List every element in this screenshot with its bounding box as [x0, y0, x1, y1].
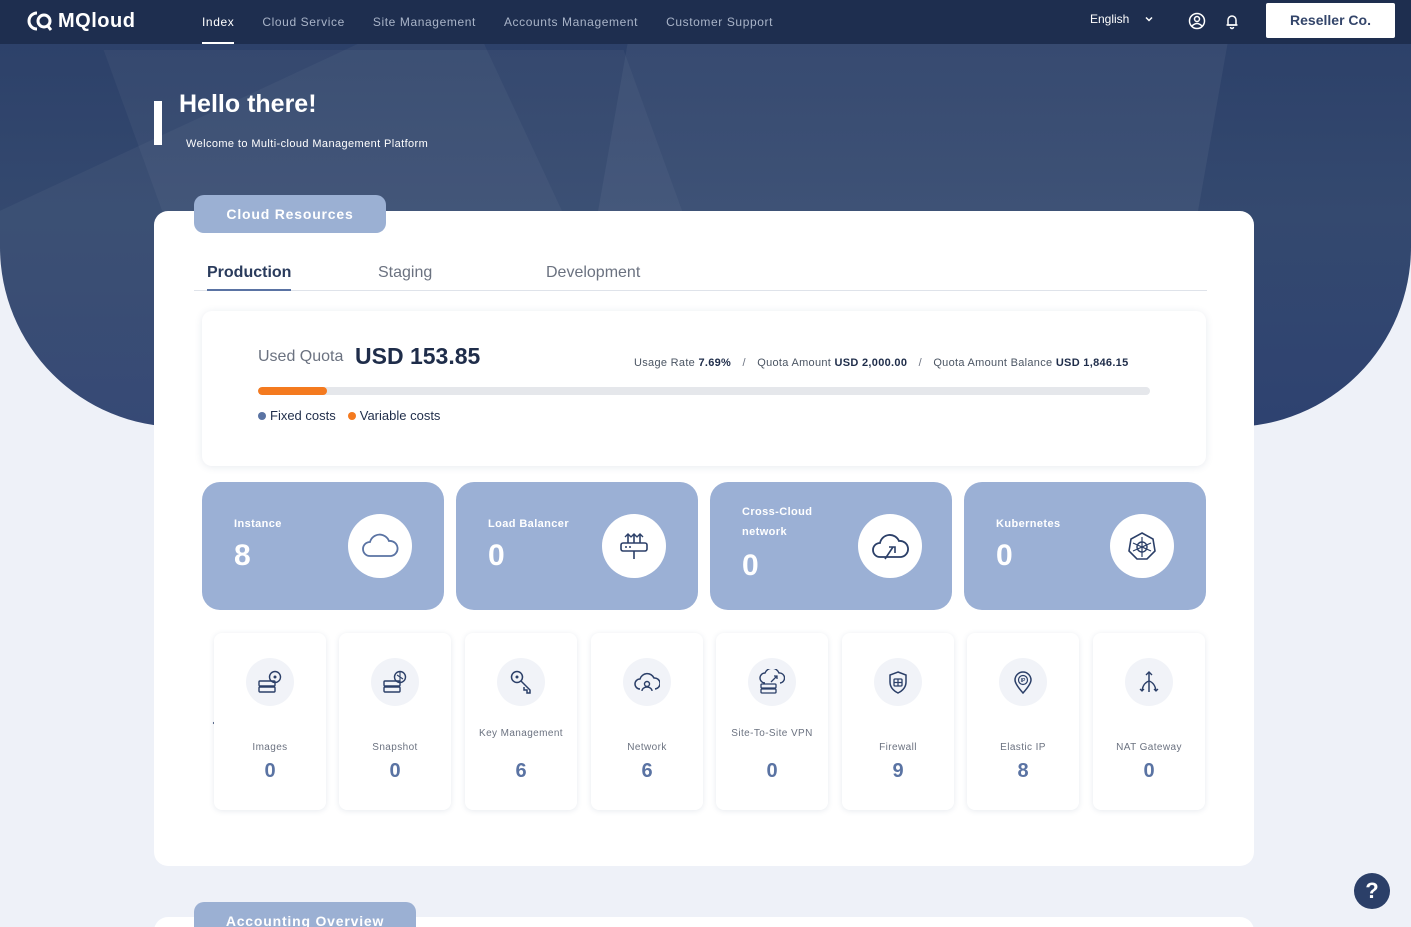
legend-fixed-costs: Fixed costs: [258, 408, 336, 423]
main-menu: Index Cloud Service Site Management Acco…: [202, 0, 801, 44]
quota-amount-label: Quota Amount: [757, 357, 832, 369]
resource-label: Cross-Cloud network: [742, 506, 813, 538]
hero-accent-bar: [154, 101, 162, 145]
nav-item-accounts-management[interactable]: Accounts Management: [504, 0, 638, 44]
service-count: 6: [641, 760, 653, 782]
resource-count: 0: [488, 539, 505, 572]
snapshot-icon: [371, 658, 419, 706]
variable-costs-dot: [347, 411, 356, 420]
language-selector[interactable]: English: [1090, 12, 1155, 26]
quota-amount-value: USD 2,000.00: [834, 357, 908, 369]
page-title: Hello there!: [179, 90, 317, 118]
usage-rate-value: 7.69%: [698, 357, 732, 369]
fixed-costs-label: Fixed costs: [270, 408, 336, 423]
tab-development[interactable]: Development: [546, 262, 640, 291]
environment-tabs: Production Staging Development: [194, 262, 1207, 291]
firewall-icon: [874, 658, 922, 706]
service-count: 0: [389, 760, 401, 782]
stats-separator: /: [918, 357, 922, 369]
bell-icon[interactable]: [1222, 11, 1242, 31]
service-count: 0: [264, 760, 276, 782]
nat-gateway-icon: [1125, 658, 1173, 706]
resource-count: 0: [996, 539, 1013, 572]
cost-legend: Fixed costs Variable costs: [258, 408, 452, 423]
service-card-elastic-ip[interactable]: IP Elastic IP 8: [967, 633, 1079, 810]
nav-item-cloud-service[interactable]: Cloud Service: [262, 0, 345, 44]
resource-label: Instance: [234, 518, 282, 530]
service-count: 6: [515, 760, 527, 782]
service-count: 8: [1017, 760, 1029, 782]
service-card-network[interactable]: Network 6: [591, 633, 703, 810]
kubernetes-icon: [1110, 514, 1174, 578]
service-card-firewall[interactable]: Firewall 9: [842, 633, 954, 810]
network-icon: [623, 658, 671, 706]
cross-cloud-icon: [858, 514, 922, 578]
resource-card-instance[interactable]: Instance 8: [202, 482, 444, 610]
service-count: 9: [892, 760, 904, 782]
service-label: Firewall: [879, 742, 917, 753]
service-count: 0: [1143, 760, 1155, 782]
service-card-images[interactable]: Images 0: [214, 633, 326, 810]
service-label: Key Management: [479, 728, 563, 739]
quota-card: Used Quota USD 153.85 Usage Rate 7.69% /…: [202, 311, 1206, 466]
quota-stats: Usage Rate 7.69% / Quota Amount USD 2,00…: [634, 357, 1129, 369]
cloud-icon: [348, 514, 412, 578]
service-card-nat-gateway[interactable]: NAT Gateway 0: [1093, 633, 1205, 810]
tab-staging[interactable]: Staging: [378, 262, 432, 291]
service-label: NAT Gateway: [1116, 742, 1182, 753]
quota-progress-bar: [258, 387, 1150, 395]
resource-card-load-balancer[interactable]: Load Balancer 0: [456, 482, 698, 610]
user-profile-icon[interactable]: [1187, 11, 1207, 31]
chevron-down-icon: [1145, 16, 1153, 22]
key-icon: [497, 658, 545, 706]
images-icon: [246, 658, 294, 706]
svg-text:IP: IP: [1021, 678, 1026, 684]
elastic-ip-icon: IP: [999, 658, 1047, 706]
account-button[interactable]: Reseller Co.: [1266, 3, 1395, 38]
cloud-resources-label: Cloud Resources: [194, 195, 386, 233]
fixed-costs-dot: [258, 411, 266, 420]
variable-costs-label: Variable costs: [359, 408, 441, 423]
logo-icon: [27, 11, 53, 31]
top-navigation: MQloud Index Cloud Service Site Manageme…: [0, 0, 1411, 44]
resource-card-cross-cloud-network[interactable]: Cross-Cloud network 0: [710, 482, 952, 610]
stats-separator: /: [742, 357, 746, 369]
service-label: Site-To-Site VPN: [731, 728, 813, 739]
service-label: Snapshot: [372, 742, 418, 753]
nav-item-site-management[interactable]: Site Management: [373, 0, 476, 44]
legend-variable-costs: Variable costs: [347, 408, 441, 423]
quota-balance-value: USD 1,846.15: [1055, 357, 1129, 369]
service-card-site-to-site-vpn[interactable]: Site-To-Site VPN 0: [716, 633, 828, 810]
resource-count: 0: [742, 549, 759, 582]
service-label: Images: [252, 742, 288, 753]
resource-label: Load Balancer: [488, 518, 570, 530]
tab-production[interactable]: Production: [207, 262, 292, 291]
service-label: Network: [627, 742, 667, 753]
resource-card-kubernetes[interactable]: Kubernetes 0: [964, 482, 1206, 610]
nav-item-index[interactable]: Index: [202, 0, 235, 44]
service-label: Elastic IP: [1000, 742, 1046, 753]
vpn-icon: [748, 658, 796, 706]
load-balancer-icon: [602, 514, 666, 578]
language-label: English: [1090, 12, 1130, 26]
service-card-snapshot[interactable]: Snapshot 0: [339, 633, 451, 810]
accounting-overview-label: Accounting Overview: [194, 902, 416, 927]
brand-logo[interactable]: MQloud: [26, 8, 135, 34]
brand-name: MQloud: [58, 9, 136, 32]
service-card-key-management[interactable]: Key Management 6: [465, 633, 577, 810]
quota-balance-label: Quota Amount Balance: [933, 357, 1053, 369]
quota-progress-fill: [258, 387, 327, 395]
used-quota-value: USD 153.85: [355, 343, 481, 369]
resource-label: Kubernetes: [996, 518, 1061, 530]
nav-item-customer-support[interactable]: Customer Support: [666, 0, 773, 44]
help-button[interactable]: ?: [1354, 873, 1390, 909]
service-count: 0: [766, 760, 778, 782]
page-subtitle: Welcome to Multi-cloud Management Platfo…: [186, 138, 429, 150]
used-quota-label: Used Quota: [258, 348, 344, 365]
usage-rate-label: Usage Rate: [634, 357, 696, 369]
resource-count: 8: [234, 539, 251, 572]
